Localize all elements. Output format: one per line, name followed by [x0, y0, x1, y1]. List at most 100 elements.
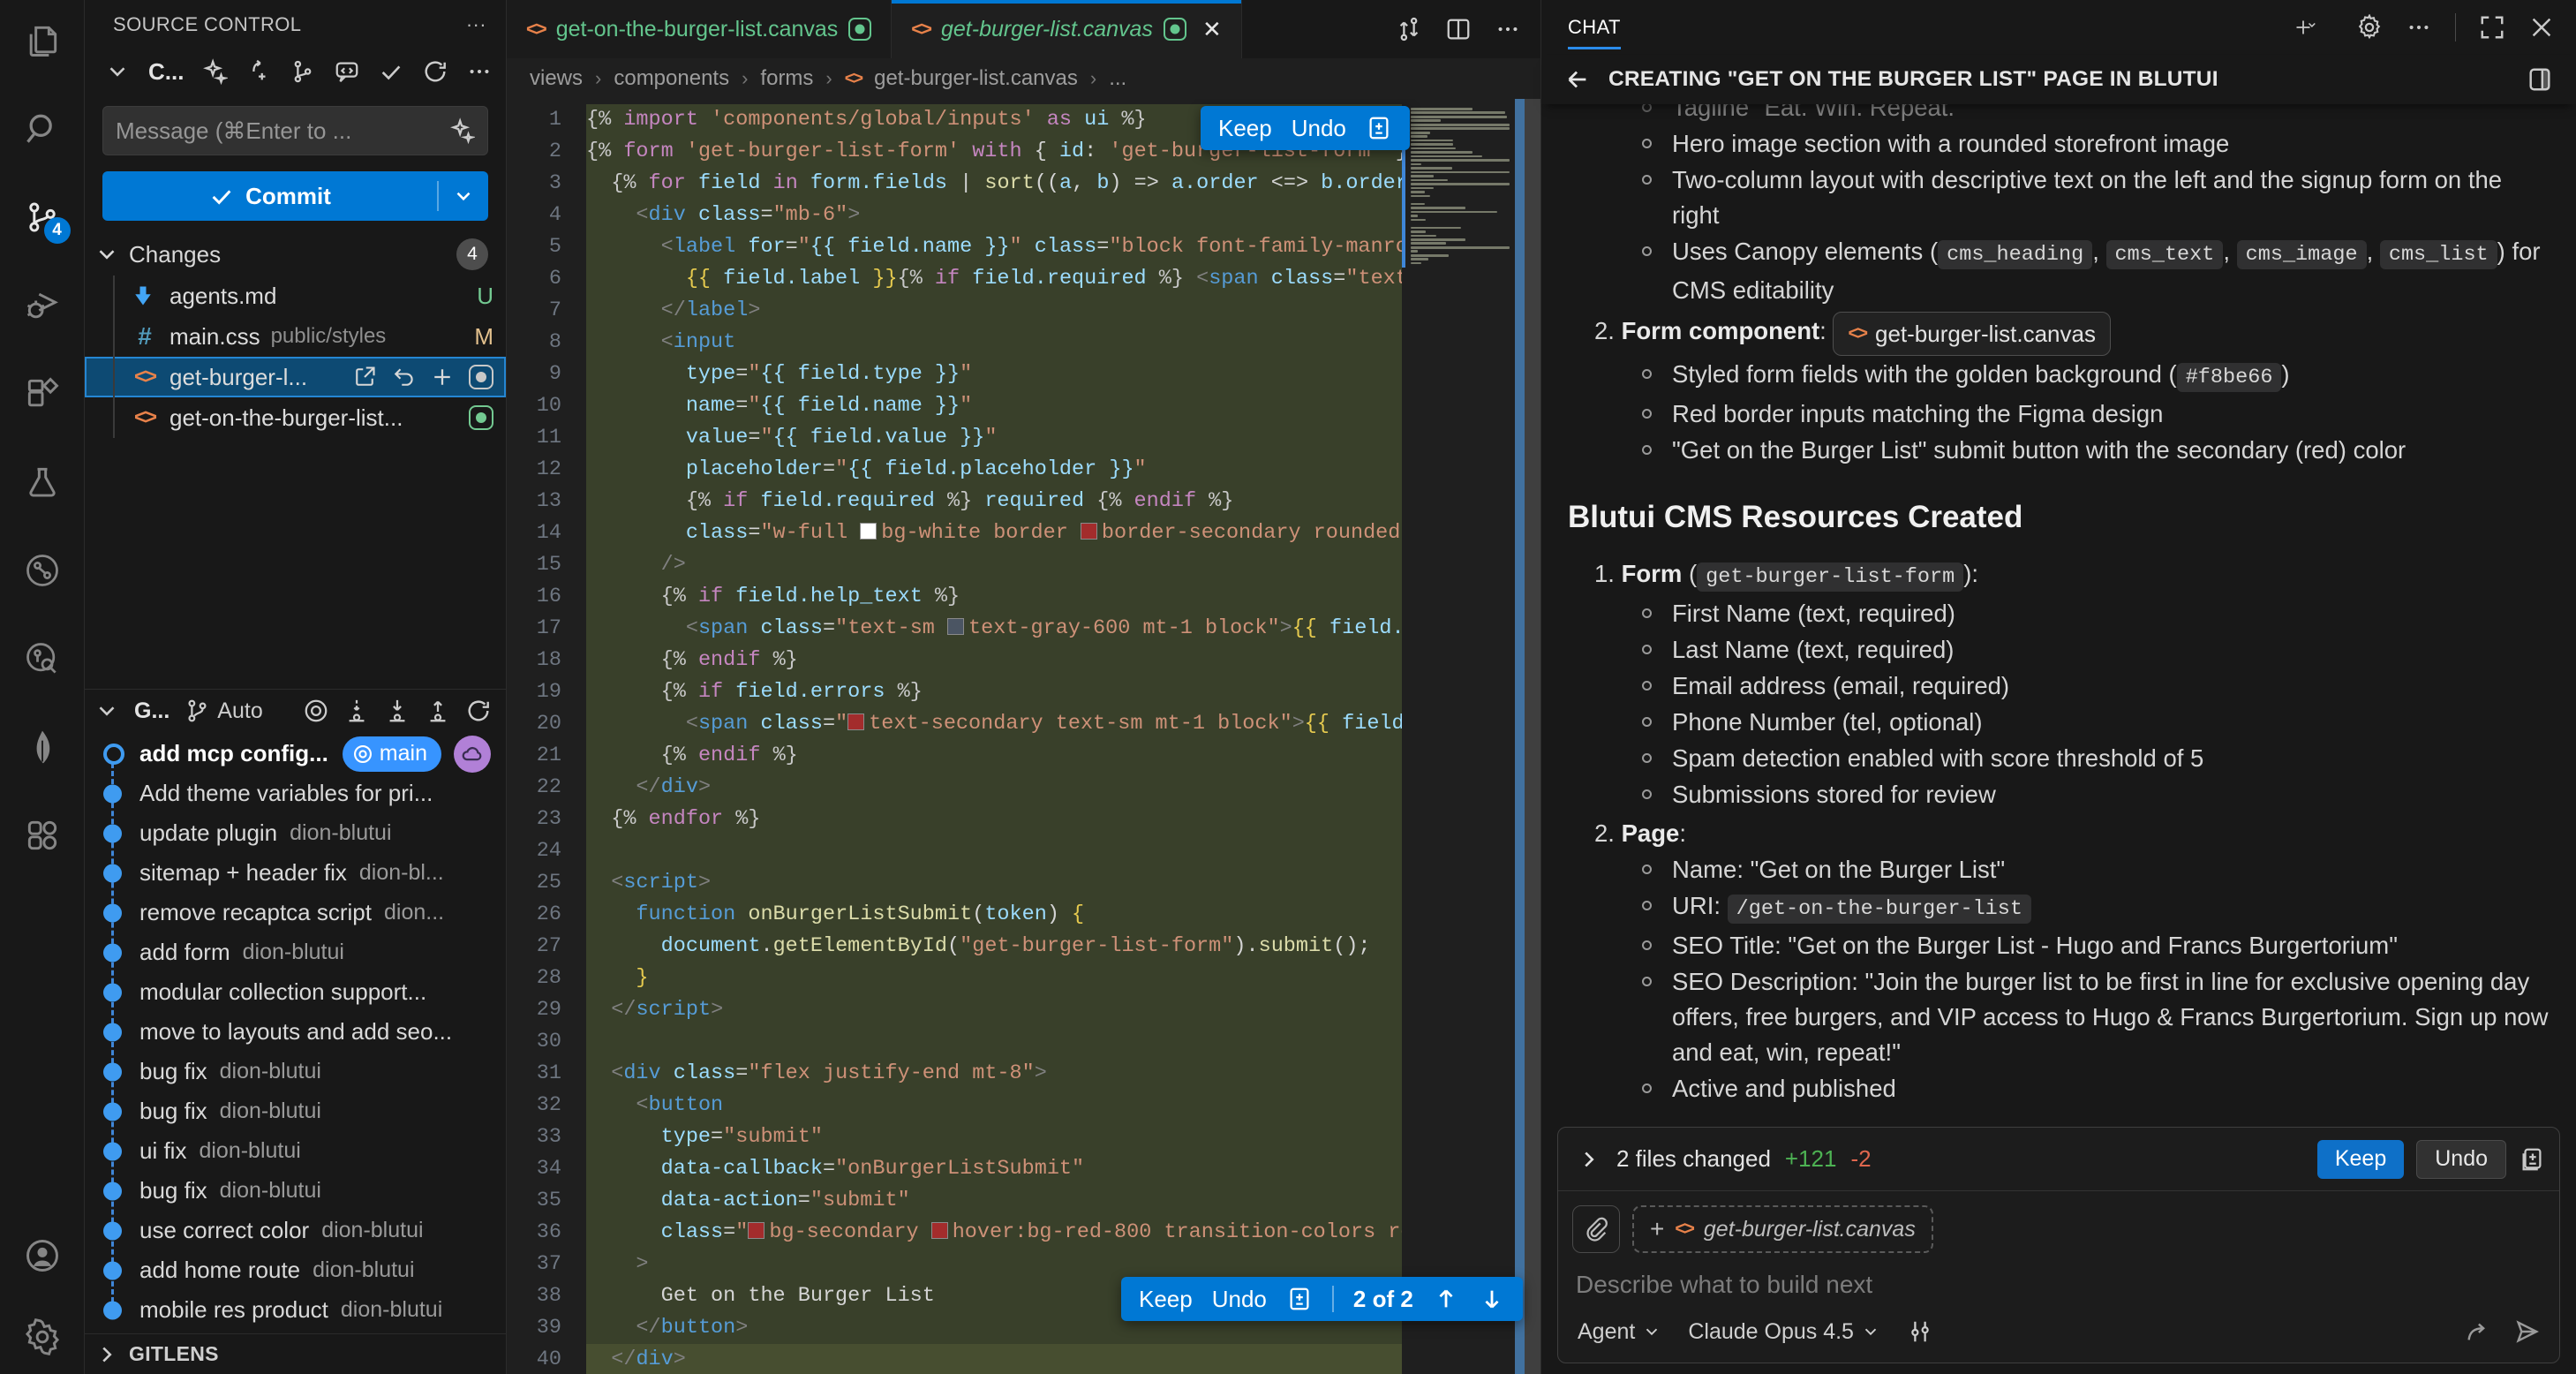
breadcrumb[interactable]: views›components›forms›<>get-burger-list…	[507, 58, 1540, 99]
commit-button[interactable]: Commit	[102, 171, 488, 221]
gitlens-section-header[interactable]: GITLENS	[85, 1333, 506, 1374]
extensions-icon[interactable]	[21, 373, 64, 415]
breadcrumb-item[interactable]: views	[530, 66, 583, 91]
commit-dropdown-icon[interactable]	[439, 185, 488, 208]
keep-button[interactable]: Keep	[2317, 1140, 2404, 1179]
open-in-editor-icon[interactable]	[2527, 66, 2553, 93]
agent-mode-dropdown[interactable]: Agent	[1578, 1319, 1661, 1345]
blocks-icon[interactable]	[21, 814, 64, 857]
commit-row[interactable]: modular collection support...	[85, 972, 506, 1012]
commit-row[interactable]: bug fixdion-blutui	[85, 1052, 506, 1091]
more-icon[interactable]	[466, 58, 493, 85]
commit-row[interactable]: bug fixdion-blutui	[85, 1091, 506, 1131]
commit-row[interactable]: add formdion-blutui	[85, 932, 506, 972]
mongodb-leaf-icon[interactable]	[21, 726, 64, 768]
commit-row[interactable]: mobile res productdion-blutui	[85, 1290, 506, 1330]
commit-row[interactable]: bug fixdion-blutui	[85, 1171, 506, 1211]
file-row[interactable]: <>get-on-the-burger-list...	[85, 397, 506, 438]
chat-tab[interactable]: CHAT	[1568, 0, 1621, 55]
expand-icon[interactable]	[2479, 14, 2505, 41]
sidebar-more-icon[interactable]: ···	[466, 13, 486, 36]
more-icon[interactable]	[1495, 16, 1521, 42]
commit-row[interactable]: ui fixdion-blutui	[85, 1131, 506, 1171]
arrow-up-icon[interactable]	[1433, 1286, 1459, 1312]
undo-button[interactable]: Undo	[2416, 1140, 2506, 1179]
refresh-icon[interactable]	[422, 58, 448, 85]
explorer-icon[interactable]	[21, 19, 64, 62]
undo-button[interactable]: Undo	[1292, 115, 1346, 142]
search-icon[interactable]	[21, 108, 64, 150]
chevron-right-icon[interactable]	[1576, 1146, 1602, 1173]
diff-file-icon[interactable]	[1286, 1286, 1313, 1312]
graph-section-header[interactable]: G... Auto	[85, 690, 506, 732]
send-icon[interactable]	[2513, 1318, 2540, 1345]
keep-button[interactable]: Keep	[1139, 1286, 1193, 1313]
chevron-down-icon[interactable]	[104, 58, 131, 85]
push-icon[interactable]	[425, 698, 451, 724]
commit-row[interactable]: add home routedion-blutui	[85, 1250, 506, 1290]
files-changed-summary[interactable]: 2 files changed	[1616, 1145, 1771, 1173]
branch-main-badge[interactable]: main	[343, 736, 441, 772]
settings-gear-icon[interactable]	[21, 1316, 64, 1358]
commit-row[interactable]: sitemap + header fixdion-bl...	[85, 853, 506, 893]
attached-file-chip[interactable]: + <> get-burger-list.canvas	[1632, 1205, 1933, 1253]
run-debug-icon[interactable]	[21, 284, 64, 327]
stage-plus-icon[interactable]	[430, 365, 455, 389]
git-graph-circle-icon[interactable]	[21, 549, 64, 592]
new-chat-icon[interactable]	[2294, 14, 2333, 41]
file-reference-chip[interactable]: <>get-burger-list.canvas	[1833, 312, 2111, 356]
diff-file-icon[interactable]	[2519, 1146, 2545, 1173]
open-changes-icon[interactable]	[1396, 16, 1422, 42]
keep-button[interactable]: Keep	[1218, 115, 1272, 142]
diff-file-icon[interactable]	[1366, 115, 1392, 141]
repo-label[interactable]: C...	[148, 58, 184, 86]
source-control-icon[interactable]: 4	[21, 196, 64, 238]
git-graph-search-icon[interactable]	[21, 638, 64, 680]
undo-button[interactable]: Undo	[1212, 1286, 1267, 1313]
breadcrumb-item[interactable]: get-burger-list.canvas	[874, 66, 1078, 91]
commit-row[interactable]: use correct colordion-blutui	[85, 1211, 506, 1250]
commit-message-icon[interactable]	[334, 58, 360, 85]
editor-scrollbar[interactable]	[1525, 99, 1540, 1374]
git-graph-icon[interactable]	[290, 58, 316, 85]
chat-settings-gear-icon[interactable]	[2356, 14, 2383, 41]
arrow-down-icon[interactable]	[1479, 1286, 1505, 1312]
branch-create-icon[interactable]	[245, 58, 272, 85]
close-tab-icon[interactable]: ✕	[1202, 16, 1222, 43]
commit-row[interactable]: remove recaptca scriptdion...	[85, 893, 506, 932]
tools-icon[interactable]	[1907, 1318, 1933, 1345]
breadcrumb-item[interactable]: forms	[760, 66, 813, 91]
code-editor[interactable]: 1{% import 'components/global/inputs' as…	[507, 99, 1540, 1374]
refresh-icon[interactable]	[465, 698, 492, 724]
file-row[interactable]: #main.csspublic/stylesM	[85, 316, 506, 357]
check-icon[interactable]	[378, 58, 404, 85]
commit-row[interactable]: update plugindion-blutui	[85, 813, 506, 853]
commit-message-input[interactable]	[116, 117, 448, 145]
close-icon[interactable]	[2528, 14, 2555, 41]
minimap[interactable]	[1402, 99, 1515, 1374]
target-icon[interactable]	[303, 698, 329, 724]
sparkle-icon[interactable]	[448, 117, 475, 144]
cloud-sync-icon[interactable]	[454, 736, 491, 773]
account-icon[interactable]	[21, 1234, 64, 1277]
editor-tab[interactable]: <>get-burger-list.canvas✕	[892, 0, 1241, 58]
commit-row[interactable]: move to layouts and add seo...	[85, 1012, 506, 1052]
model-dropdown[interactable]: Claude Opus 4.5	[1688, 1319, 1880, 1345]
chat-more-icon[interactable]	[2406, 14, 2432, 41]
sparkle-icon[interactable]	[201, 58, 228, 85]
breadcrumb-item[interactable]: ...	[1109, 66, 1126, 91]
discard-icon[interactable]	[391, 365, 416, 389]
redo-arrow-icon[interactable]	[2464, 1318, 2490, 1345]
file-row[interactable]: <>get-burger-l...	[85, 357, 506, 397]
commit-row[interactable]: add mcp config...main	[85, 734, 506, 774]
back-arrow-icon[interactable]	[1564, 66, 1591, 93]
file-row[interactable]: agents.mdU	[85, 276, 506, 316]
split-editor-icon[interactable]	[1445, 16, 1472, 42]
chat-input[interactable]: Describe what to build next	[1558, 1258, 2559, 1302]
editor-tab[interactable]: <>get-on-the-burger-list.canvas	[507, 0, 892, 58]
commit-row[interactable]: Add theme variables for pri...	[85, 774, 506, 813]
fetch-icon[interactable]	[343, 698, 370, 724]
breadcrumb-item[interactable]: components	[614, 66, 729, 91]
testing-beaker-icon[interactable]	[21, 461, 64, 503]
paperclip-icon[interactable]	[1572, 1205, 1620, 1253]
